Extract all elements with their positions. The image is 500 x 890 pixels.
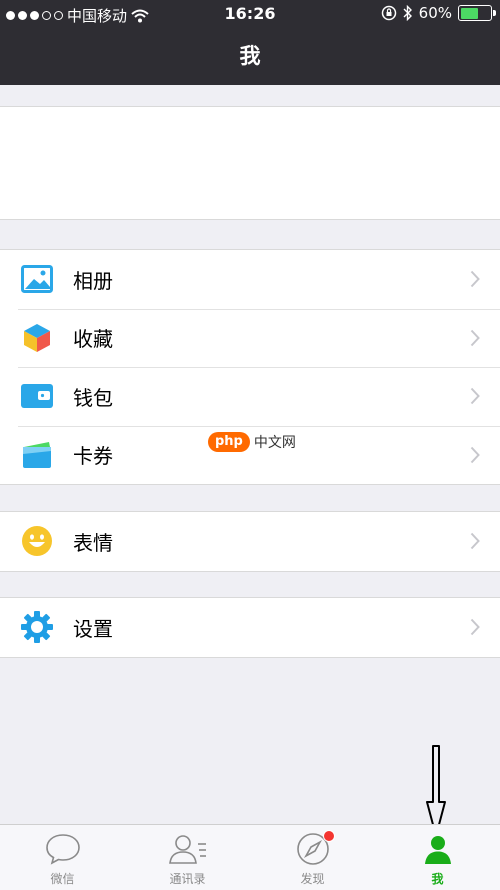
menu-item-stickers[interactable]: 表情 <box>0 512 500 571</box>
status-right: 60% <box>381 4 496 22</box>
battery-icon <box>458 5 496 21</box>
contacts-icon <box>125 831 250 867</box>
menu-item-wallet[interactable]: 钱包 <box>0 367 500 426</box>
menu-item-label: 表情 <box>73 530 113 555</box>
me-person-icon <box>375 831 500 867</box>
menu-group-stickers: 表情 <box>0 511 500 572</box>
menu-item-album[interactable]: 相册 <box>0 250 500 309</box>
chat-bubble-icon <box>0 831 125 867</box>
watermark-badge: php <box>208 432 250 452</box>
watermark: php 中文网 <box>208 432 296 452</box>
menu-item-label: 相册 <box>73 268 113 293</box>
chevron-right-icon <box>470 619 480 636</box>
tab-me[interactable]: 我 <box>375 825 500 890</box>
chevron-right-icon <box>470 446 480 463</box>
gear-icon <box>19 609 55 645</box>
tab-discover[interactable]: 发现 <box>250 825 375 890</box>
battery-level <box>460 7 478 19</box>
menu-item-label: 卡券 <box>73 444 113 469</box>
profile-card[interactable] <box>0 106 500 220</box>
watermark-text: 中文网 <box>253 435 296 451</box>
notification-dot <box>323 830 335 842</box>
compass-icon <box>250 830 375 867</box>
battery-percent: 60% <box>418 4 452 22</box>
tab-label: 我 <box>431 872 444 886</box>
tab-contacts[interactable]: 通讯录 <box>125 825 250 890</box>
bluetooth-icon <box>403 5 412 21</box>
chevron-right-icon <box>470 388 480 405</box>
menu-item-label: 钱包 <box>73 385 113 410</box>
status-bar: 中国移动 16:26 60% <box>0 0 500 28</box>
smiley-icon <box>19 523 55 559</box>
nav-bar: 我 <box>0 28 500 85</box>
tab-label: 微信 <box>50 872 75 886</box>
chevron-right-icon <box>470 329 480 346</box>
rotation-lock-icon <box>381 5 396 21</box>
card-coupon-icon <box>19 437 55 473</box>
tab-label: 发现 <box>300 872 325 886</box>
favorites-cube-icon <box>19 320 55 356</box>
wallet-icon <box>19 378 55 414</box>
page-title: 我 <box>239 44 261 68</box>
photo-album-icon <box>19 261 55 297</box>
menu-item-label: 收藏 <box>73 327 113 352</box>
tab-bar: 微信 通讯录 发现 我 <box>0 824 500 890</box>
tab-chats[interactable]: 微信 <box>0 825 125 890</box>
chevron-right-icon <box>470 271 480 288</box>
menu-item-favorites[interactable]: 收藏 <box>0 308 500 368</box>
chevron-right-icon <box>470 533 480 550</box>
menu-group-settings: 设置 <box>0 597 500 658</box>
tab-label: 通讯录 <box>169 872 206 886</box>
menu-item-label: 设置 <box>73 616 113 641</box>
menu-item-settings[interactable]: 设置 <box>0 598 500 657</box>
